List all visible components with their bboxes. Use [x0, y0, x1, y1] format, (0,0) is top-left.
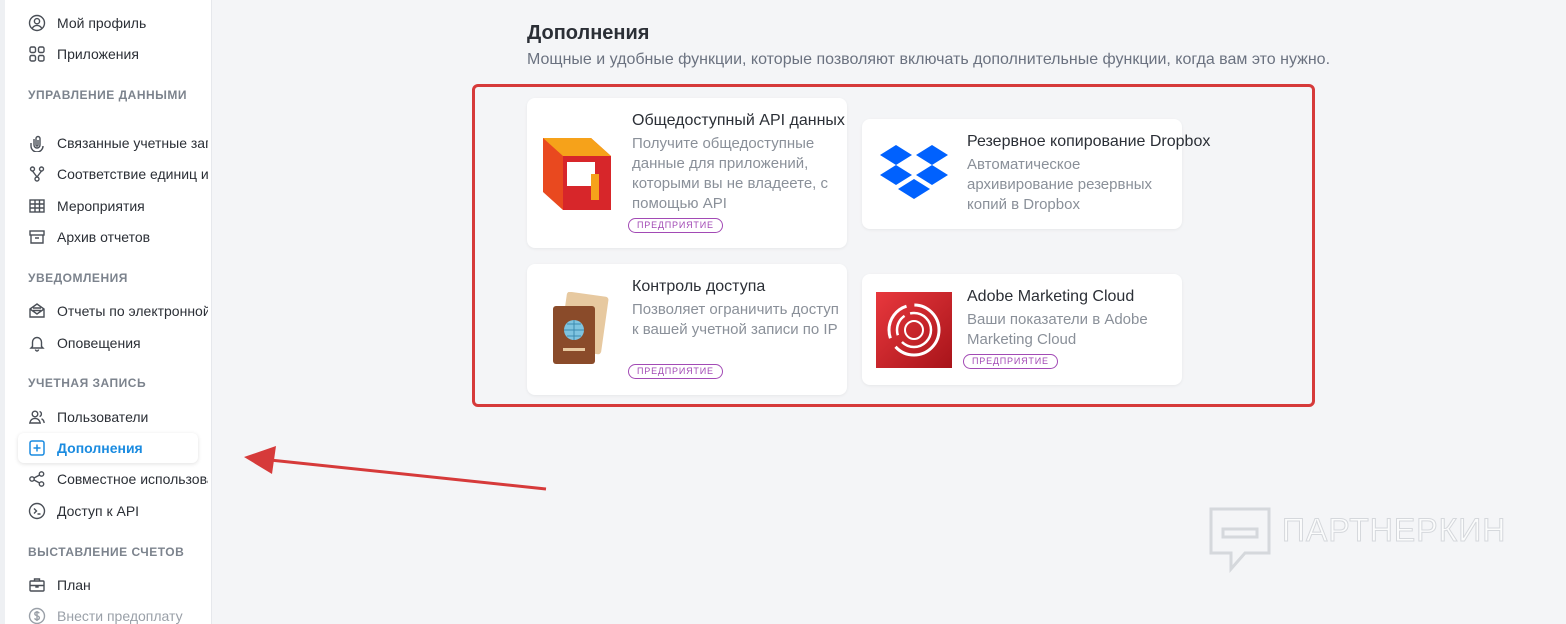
watermark-logo-icon [1209, 507, 1271, 573]
watermark-text: ПАРТНЕРКИН [1281, 512, 1507, 549]
